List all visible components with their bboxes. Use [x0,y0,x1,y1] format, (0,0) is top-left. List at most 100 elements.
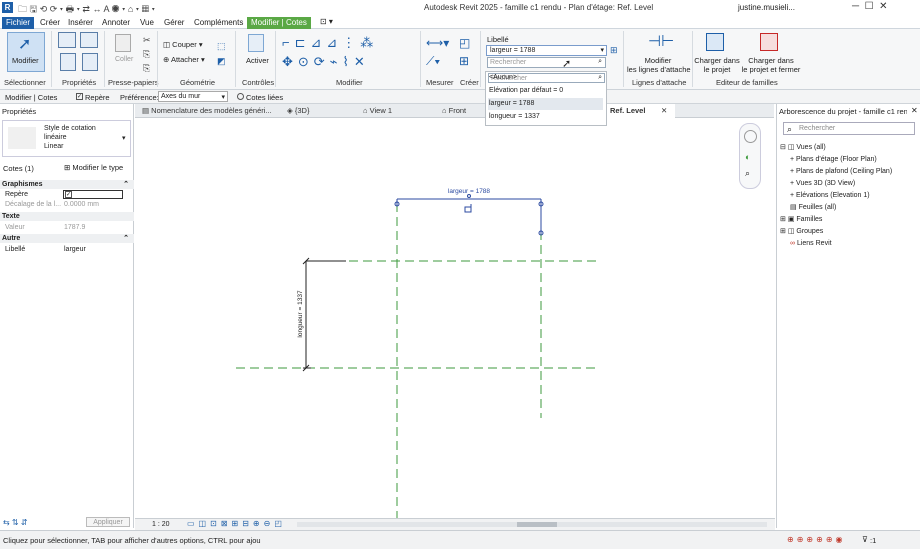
activer-label[interactable]: Activer [246,56,269,65]
group-graphismes[interactable]: Graphismes ⌃ [0,180,134,189]
expand-icon: ⊞ [780,228,788,235]
tree-groupes[interactable]: ⊞ ◫ Groupes [780,227,823,236]
tab-complements[interactable]: Compléments [190,17,247,29]
load-into-project-icon[interactable] [706,33,724,51]
prop-repere-label: Repère [5,191,28,198]
doc-tab-view1[interactable]: ⌂ View 1 [363,104,392,118]
tree-elevations[interactable]: + Elévations (Elevation 1) [790,191,870,200]
repere-checkbox[interactable]: ✓ [76,93,83,100]
options-bar: Modifier | Cotes ✓ Repère Préférence: Ax… [0,90,920,104]
create-tools-icons[interactable]: ◰ ⊞ [459,34,470,70]
tab-inserer[interactable]: Insérer [64,17,97,29]
properties-palette-icon[interactable] [60,53,76,71]
attacher-label: Attacher [170,55,199,64]
selectionner-group-label[interactable]: Sélectionner [4,78,46,87]
window-controls[interactable]: ─ ☐ ✕ [852,1,888,12]
tab-annoter[interactable]: Annoter [98,17,134,29]
modify-tools-icons[interactable]: ⌐⊏⊿⊿⋮⁂ ✥⊙⟳⌁⌇✕ [282,33,378,71]
witness-lines-icon[interactable]: ⊣⊢ [648,32,674,50]
doc-tab-ref-level[interactable]: Ref. Level ✕ [605,104,675,118]
selection-toggle-icons[interactable]: ⊕⊕⊕⊕⊕◉ [787,535,846,544]
charger-fermer-button[interactable]: Charger dans le projet et fermer [740,56,802,74]
apply-button[interactable]: Appliquer [86,517,130,527]
tree-plans-etage[interactable]: + Plans d'étage (Floor Plan) [790,155,877,164]
close-icon[interactable]: ✕ [661,104,667,118]
tree-vues[interactable]: ⊟ ◫ Vues (all) [780,143,826,152]
tree-vues-3d[interactable]: + Vues 3D (3D View) [790,179,855,188]
scale-label[interactable]: 1 : 20 [152,521,170,528]
doc-tab-nomenclature[interactable]: ▤ Nomenclature des modèles généri... [142,104,272,118]
group-label: Texte [2,213,20,220]
dropdown-search-box[interactable]: Rechercher ⌕ [487,57,606,68]
drawing-canvas[interactable]: largeur = 1788 longueur = 1337 ◐ ⌕ [135,118,775,518]
charger-projet-button[interactable]: Charger dans le projet [692,56,742,74]
group-texte[interactable]: Texte [0,212,134,221]
browser-search-input[interactable]: ⌕ Rechercher [783,122,915,135]
tab-modifier-cotes[interactable]: Modifier | Cotes [247,17,311,29]
cotes-liees-radio[interactable] [237,93,244,100]
dropdown-item-longueur[interactable]: longueur = 1337 [488,111,603,123]
tree-familles[interactable]: ⊞ ▣ Familles [780,215,822,224]
group-autre[interactable]: Autre ⌃ [0,234,134,243]
tab-vue[interactable]: Vue [136,17,158,29]
doc-tab-label: View 1 [369,106,393,115]
steering-wheel-icon[interactable]: ◐ [745,152,750,162]
cut-copy-icons[interactable]: ✂ ⎘ ⎘ [143,33,151,75]
ribbon: ➚ Modifier Sélectionner Propriétés Colle… [0,29,920,90]
tree-label: Liens Revit [796,240,832,247]
tree-liens-revit[interactable]: ∞ Liens Revit [790,239,832,248]
dropdown-item-elevation[interactable]: Elévation par défaut = 0 [488,85,603,97]
tree-feuilles[interactable]: ▤ Feuilles (all) [790,203,836,212]
dropdown-item-largeur[interactable]: largeur = 1788 [488,98,603,110]
user-name[interactable]: justine.musieli... [738,3,795,12]
modifier-lignes-button[interactable]: Modifier les lignes d'attache [627,56,691,74]
status-bar: Cliquez pour sélectionner, TAB pour affi… [0,530,920,549]
paste-icon[interactable] [115,34,131,52]
group-label: Graphismes [2,181,43,188]
creer-group-label: Créer [460,78,479,87]
filter-count: :1 [870,536,877,545]
activer-icon[interactable] [248,34,264,52]
tab-gerer[interactable]: Gérer [160,17,188,29]
geometry-tools[interactable]: ⬚ ◩ [217,39,226,69]
edit-type-button[interactable]: ⊞ Modifier le type [64,163,123,172]
close-icon[interactable]: ✕ [911,106,918,115]
type-selector[interactable]: Style de cotation linéaire Linear ▾ [2,120,131,157]
prop-valeur-label: Valeur [5,224,25,231]
view-cube-icon[interactable] [744,130,757,143]
browser-header: Arborescence du projet - famille c1 rend… [779,107,907,116]
revit-logo[interactable]: R [2,2,13,13]
preference-select[interactable]: Axes du mur ▾ [158,91,228,102]
couper-button[interactable]: ◫ Couper ▾ [163,40,203,49]
controles-group-label: Contrôles [242,78,275,87]
tree-plans-plafond[interactable]: + Plans de plafond (Ceiling Plan) [790,167,892,176]
zoom-icon[interactable]: ⌕ [745,168,750,179]
view-control-icons[interactable]: ▭◫⊡⊠⊞⊟⊕⊖◰ [187,519,286,528]
dropdown-item-aucun[interactable]: <Aucun> [488,72,603,84]
label-edit-icon[interactable]: ⊞ [610,45,618,56]
tab-overflow-icon[interactable]: ⊡ ▾ [320,17,333,26]
expand-icon: ⊞ [780,216,788,223]
doc-tab-label: Nomenclature des modèles généri... [151,106,272,115]
family-types-icon[interactable] [82,53,98,71]
doc-tab-3d[interactable]: ◈ {3D} [287,104,309,118]
type-properties-icon[interactable] [58,32,76,48]
attacher-button[interactable]: ⊕ Attacher ▾ [163,55,205,64]
view-navigation-bar[interactable]: ◐ ⌕ [739,123,761,189]
properties-icon[interactable] [80,32,98,48]
libelle-select[interactable]: largeur = 1788 ▾ [486,45,607,56]
prop-decalage-value: 0.0000 mm [64,201,100,208]
repere-label: Repère [85,93,110,102]
measure-tools-icons[interactable]: ⟷▾ ⟋▾ [426,34,449,70]
prop-libelle-value[interactable]: largeur [64,245,86,254]
panel-bottom-icons[interactable]: ⇆ ⇅ ⇵ [3,518,28,527]
selection-filter[interactable]: Cotes (1) [3,164,34,173]
tab-fichier[interactable]: Fichier [2,17,35,29]
horizontal-scrollbar[interactable] [297,522,767,527]
load-and-close-icon[interactable] [760,33,778,51]
filter-icon[interactable]: ⊽ [862,535,868,544]
doc-tab-front[interactable]: ⌂ Front [442,104,466,118]
tab-creer[interactable]: Créer [36,17,64,29]
prop-repere-checkbox[interactable]: ✓ [63,190,123,199]
window-title: Autodesk Revit 2025 - famille c1 rendu -… [424,3,654,12]
